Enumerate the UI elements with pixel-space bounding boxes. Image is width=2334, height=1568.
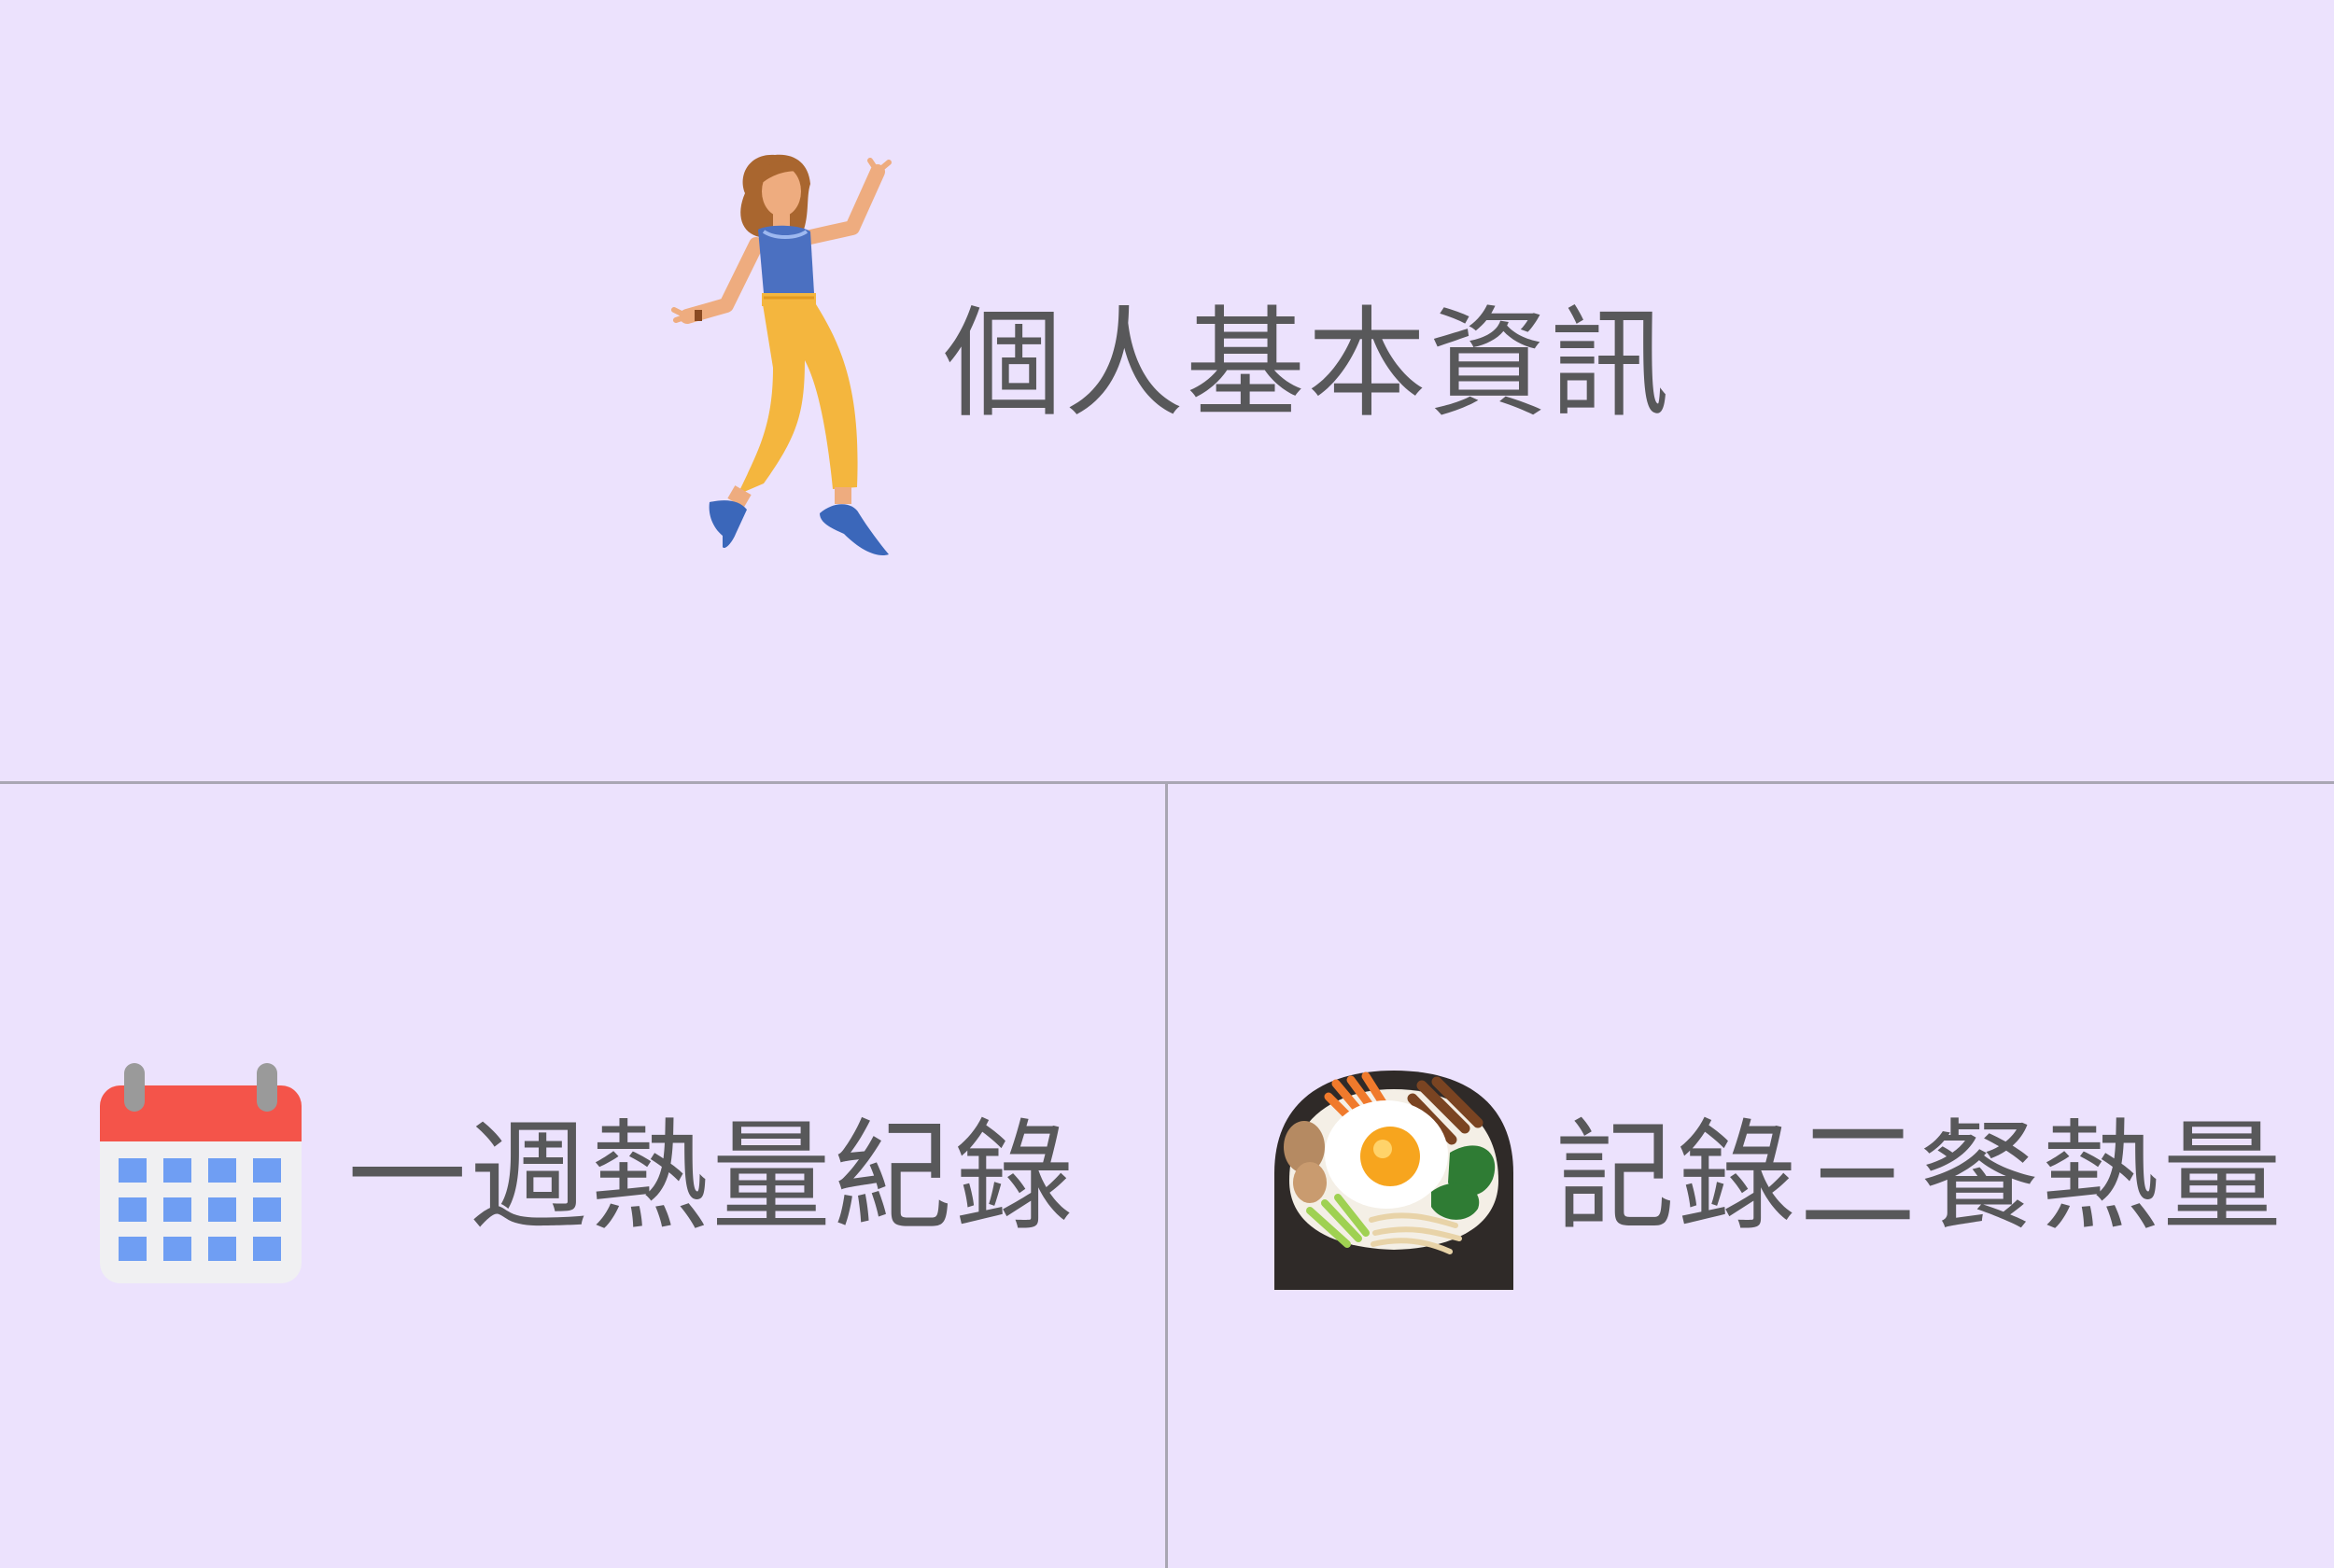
home-menu-screen: 個人基本資訊 一週熱量紀錄 記錄三餐熱量: [0, 0, 2334, 1568]
bibimbap-bowl-icon: [1272, 1061, 1517, 1290]
record-meal-calories-label: 記錄三餐熱量: [1555, 1108, 2285, 1247]
personal-info-label: 個人基本資訊: [943, 295, 1672, 434]
record-meal-calories-button[interactable]: 記錄三餐熱量: [1168, 784, 2334, 1568]
weekly-calorie-record-label: 一週熱量紀錄: [347, 1108, 1076, 1247]
weekly-calorie-record-button[interactable]: 一週熱量紀錄: [0, 784, 1165, 1568]
dancing-woman-icon: [670, 151, 908, 562]
personal-info-button[interactable]: 個人基本資訊: [0, 0, 2334, 781]
calendar-icon: [98, 1061, 303, 1285]
